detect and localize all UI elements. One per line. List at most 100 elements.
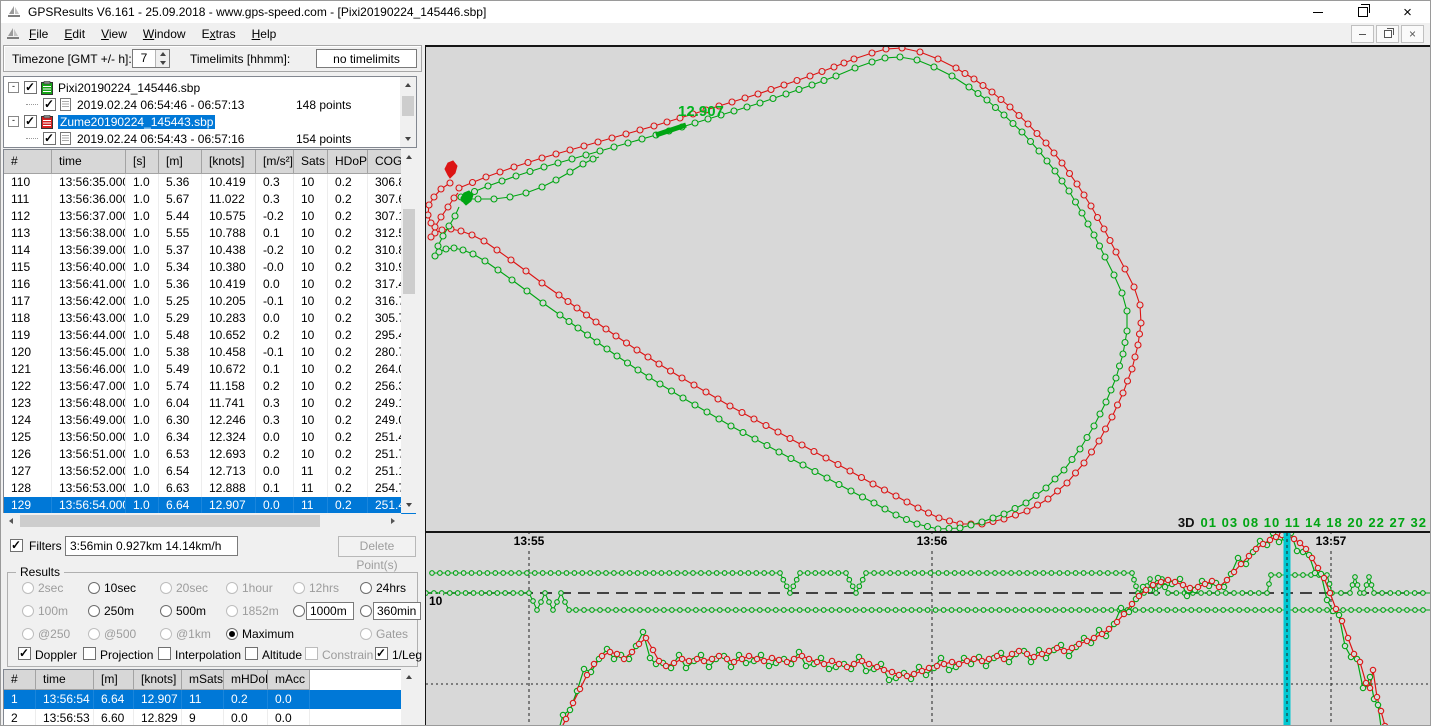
- table-row[interactable]: 12713:56:52.0001.06.5412.7130.0110.2251.…: [4, 463, 416, 480]
- radio-10sec[interactable]: [88, 582, 100, 594]
- input-360min[interactable]: [373, 602, 421, 620]
- close-button[interactable]: ×: [1385, 1, 1430, 23]
- scrollbar-thumb[interactable]: [403, 209, 415, 294]
- table-row[interactable]: 11813:56:43.0001.05.2910.2830.0100.2305.…: [4, 310, 416, 327]
- tree-scrollbar[interactable]: [400, 77, 416, 147]
- timezone-spinner[interactable]: 7: [132, 49, 170, 68]
- radio-360min[interactable]: [360, 605, 372, 617]
- spinner-up-button[interactable]: [156, 50, 169, 59]
- column-header[interactable]: time: [52, 150, 126, 174]
- speed-chart-canvas[interactable]: [426, 533, 1431, 726]
- column-header[interactable]: [m]: [159, 150, 202, 174]
- restore-button[interactable]: [1340, 1, 1385, 23]
- table-header[interactable]: #time[s][m][knots][m/s²]SatsHDoPCOG: [4, 150, 416, 174]
- table-row[interactable]: 11113:56:36.0001.05.6711.0220.3100.2307.…: [4, 191, 416, 208]
- table-header[interactable]: #time[m][knots]mSatsmHDoPmAcc: [4, 670, 416, 690]
- track-plot-canvas[interactable]: [426, 47, 1431, 531]
- mdi-restore-button[interactable]: [1376, 25, 1399, 43]
- mdi-close-button[interactable]: ×: [1401, 25, 1424, 43]
- checkbox-1leg[interactable]: [375, 647, 388, 660]
- expander-icon[interactable]: -: [8, 116, 19, 127]
- menu-item-view[interactable]: View: [93, 23, 135, 45]
- tree-row[interactable]: - Pixi20190224_145446.sbp: [4, 79, 400, 96]
- timelimits-field[interactable]: no timelimits: [316, 49, 417, 68]
- table-hscrollbar[interactable]: [3, 513, 401, 529]
- expander-icon[interactable]: -: [8, 82, 19, 93]
- checkbox-doppler[interactable]: [18, 647, 31, 660]
- table-row[interactable]: 11213:56:37.0001.05.4410.575-0.2100.2307…: [4, 208, 416, 225]
- table-row[interactable]: 12213:56:47.0001.05.7411.1580.2100.2256.…: [4, 378, 416, 395]
- table-row[interactable]: 11413:56:39.0001.05.3710.438-0.2100.2310…: [4, 242, 416, 259]
- column-header[interactable]: HDoP: [328, 150, 368, 174]
- column-header[interactable]: #: [4, 150, 52, 174]
- input-1000m[interactable]: [306, 602, 354, 620]
- column-header[interactable]: [knots]: [202, 150, 256, 174]
- minimize-button[interactable]: [1295, 1, 1340, 23]
- table-row[interactable]: 11513:56:40.0001.05.3410.380-0.0100.2310…: [4, 259, 416, 276]
- column-header[interactable]: [knots]: [134, 670, 182, 690]
- menu-item-edit[interactable]: Edit: [56, 23, 93, 45]
- radio-250m[interactable]: [88, 605, 100, 617]
- table-row[interactable]: 213:56:536.6012.82990.00.0: [4, 709, 416, 726]
- tree-item-label[interactable]: 2019.02.24 06:54:46 - 06:57:13: [77, 98, 244, 112]
- scroll-right-button[interactable]: [385, 513, 401, 529]
- table-row[interactable]: 11913:56:44.0001.05.4810.6520.2100.2295.…: [4, 327, 416, 344]
- column-header[interactable]: [s]: [126, 150, 159, 174]
- spinner-down-button[interactable]: [156, 59, 169, 68]
- filters-input[interactable]: [65, 536, 238, 556]
- tree-item-label[interactable]: Zume20190224_145443.sbp: [58, 115, 215, 129]
- radio-maximum[interactable]: [226, 628, 238, 640]
- column-header[interactable]: [m]: [94, 670, 134, 690]
- results-scrollbar[interactable]: [401, 669, 417, 726]
- scroll-down-button[interactable]: [401, 497, 417, 513]
- tree-item-label[interactable]: 2019.02.24 06:54:43 - 06:57:16: [77, 132, 244, 146]
- table-row[interactable]: 12613:56:51.0001.06.5312.6930.2100.2251.…: [4, 446, 416, 463]
- table-row[interactable]: 12513:56:50.0001.06.3412.3240.0100.2251.…: [4, 429, 416, 446]
- filters-checkbox[interactable]: [10, 539, 23, 552]
- radio-1000m[interactable]: [293, 605, 305, 617]
- scrollbar-thumb[interactable]: [20, 515, 320, 527]
- table-row[interactable]: 12813:56:53.0001.06.6312.8880.1110.2254.…: [4, 480, 416, 497]
- menu-item-file[interactable]: File: [21, 23, 56, 45]
- checkbox-projection[interactable]: [83, 647, 96, 660]
- tree-row[interactable]: - Zume20190224_145443.sbp: [4, 113, 400, 130]
- menu-item-window[interactable]: Window: [135, 23, 194, 45]
- table-row[interactable]: 11613:56:41.0001.05.3610.4190.0100.2317.…: [4, 276, 416, 293]
- menu-item-help[interactable]: Help: [244, 23, 285, 45]
- tree-checkbox[interactable]: [24, 81, 37, 94]
- checkbox-altitude[interactable]: [245, 647, 258, 660]
- table-row[interactable]: 11013:56:35.0001.05.3610.4190.3100.2306.…: [4, 174, 416, 191]
- mdi-minimize-button[interactable]: [1351, 25, 1374, 43]
- table-row[interactable]: 11313:56:38.0001.05.5510.7880.1100.2312.…: [4, 225, 416, 242]
- column-header[interactable]: time: [36, 670, 94, 690]
- tree-checkbox[interactable]: [24, 115, 37, 128]
- column-header[interactable]: COG: [368, 150, 402, 174]
- table-row[interactable]: 12013:56:45.0001.05.3810.458-0.1100.2280…: [4, 344, 416, 361]
- checkbox-interpolation[interactable]: [158, 647, 171, 660]
- table-vscrollbar[interactable]: [401, 149, 417, 513]
- radio-24hrs[interactable]: [360, 582, 372, 594]
- menu-item-extras[interactable]: Extras: [194, 23, 244, 45]
- tree-row[interactable]: 2019.02.24 06:54:46 - 06:57:13148 points: [4, 96, 400, 113]
- column-header[interactable]: #: [4, 670, 36, 690]
- scrollbar-thumb[interactable]: [402, 96, 414, 116]
- table-row[interactable]: 12113:56:46.0001.05.4910.6720.1100.2264.…: [4, 361, 416, 378]
- column-header[interactable]: mAcc: [268, 670, 310, 690]
- table-row[interactable]: 113:56:546.6412.907110.20.0: [4, 690, 416, 709]
- tree-row[interactable]: 2019.02.24 06:54:43 - 06:57:16154 points: [4, 130, 400, 147]
- column-header[interactable]: [m/s²]: [256, 150, 294, 174]
- tree-item-label[interactable]: Pixi20190224_145446.sbp: [58, 81, 200, 95]
- scroll-down-button[interactable]: [400, 131, 416, 147]
- speed-chart[interactable]: 13:5513:5613:57 10: [425, 531, 1431, 726]
- column-header[interactable]: mSats: [182, 670, 224, 690]
- scroll-up-button[interactable]: [400, 77, 416, 93]
- tree-checkbox[interactable]: [43, 98, 56, 111]
- scroll-up-button[interactable]: [401, 149, 417, 165]
- table-row[interactable]: 12913:56:54.0001.06.6412.9070.0110.2251.…: [4, 497, 416, 514]
- scroll-up-button[interactable]: [401, 669, 417, 685]
- radio-500m[interactable]: [160, 605, 172, 617]
- column-header[interactable]: Sats: [294, 150, 328, 174]
- scroll-left-button[interactable]: [3, 513, 19, 529]
- table-row[interactable]: 12313:56:48.0001.06.0411.7410.3100.2249.…: [4, 395, 416, 412]
- track-plot[interactable]: 12.907 3D01 03 08 10 11 14 18 20 22 27 3…: [425, 45, 1431, 531]
